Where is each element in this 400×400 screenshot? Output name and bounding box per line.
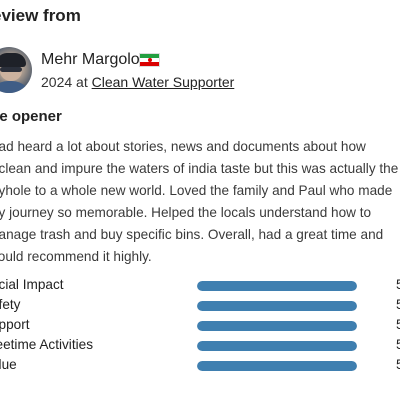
rating-row-freetime-activities: reetime Activities 5: [0, 336, 400, 356]
iran-flag-icon: [139, 53, 160, 67]
rating-bar: [197, 281, 357, 291]
review-card: eview from Mehr Margolo 2024 at Clean Wa…: [0, 0, 400, 400]
review-title: ye opener: [0, 108, 62, 125]
review-body: had heard a lot about stories, news and …: [0, 136, 400, 268]
review-body-line: ny journey so memorable. Helped the loca…: [0, 205, 372, 220]
review-body-line: nanage trash and buy specific bins. Over…: [0, 227, 384, 242]
review-body-line: eyhole to a whole new world. Loved the f…: [0, 183, 393, 198]
rating-bar: [197, 321, 357, 331]
rating-row-support: upport 5: [0, 316, 400, 336]
review-body-line: vould recommend it highly.: [0, 249, 152, 264]
rating-bar-fill: [197, 341, 357, 351]
rating-row-value: alue 5: [0, 356, 400, 376]
program-link[interactable]: Clean Water Supporter: [92, 74, 235, 90]
rating-bar: [197, 341, 357, 351]
review-at-text: at: [76, 74, 88, 90]
rating-bar-fill: [197, 361, 357, 371]
review-body-line: nclean and impure the waters of india ta…: [0, 161, 399, 176]
rating-bar-fill: [197, 281, 357, 291]
rating-label: upport: [0, 317, 30, 332]
rating-bar: [197, 361, 357, 371]
rating-bar-fill: [197, 301, 357, 311]
section-heading: eview from: [0, 6, 81, 25]
review-year: 2024: [41, 74, 73, 90]
rating-row-safety: afety 5: [0, 296, 400, 316]
rating-score: 5: [396, 337, 400, 352]
rating-label: reetime Activities: [0, 337, 93, 352]
review-body-line: had heard a lot about stories, news and …: [0, 139, 366, 154]
rating-bar-fill: [197, 321, 357, 331]
rating-score: 5: [396, 297, 400, 312]
rating-row-social-impact: ocial Impact 5: [0, 276, 400, 296]
reviewer-avatar: [0, 47, 32, 93]
rating-label: ocial Impact: [0, 277, 64, 292]
rating-label: alue: [0, 357, 17, 372]
reviewer-name: Mehr Margolo: [41, 51, 140, 68]
rating-score: 5: [396, 317, 400, 332]
rating-bar: [197, 301, 357, 311]
review-meta: 2024 at Clean Water Supporter: [41, 74, 234, 90]
rating-label: afety: [0, 297, 21, 312]
rating-score: 5: [396, 357, 400, 372]
rating-score: 5: [396, 277, 400, 292]
